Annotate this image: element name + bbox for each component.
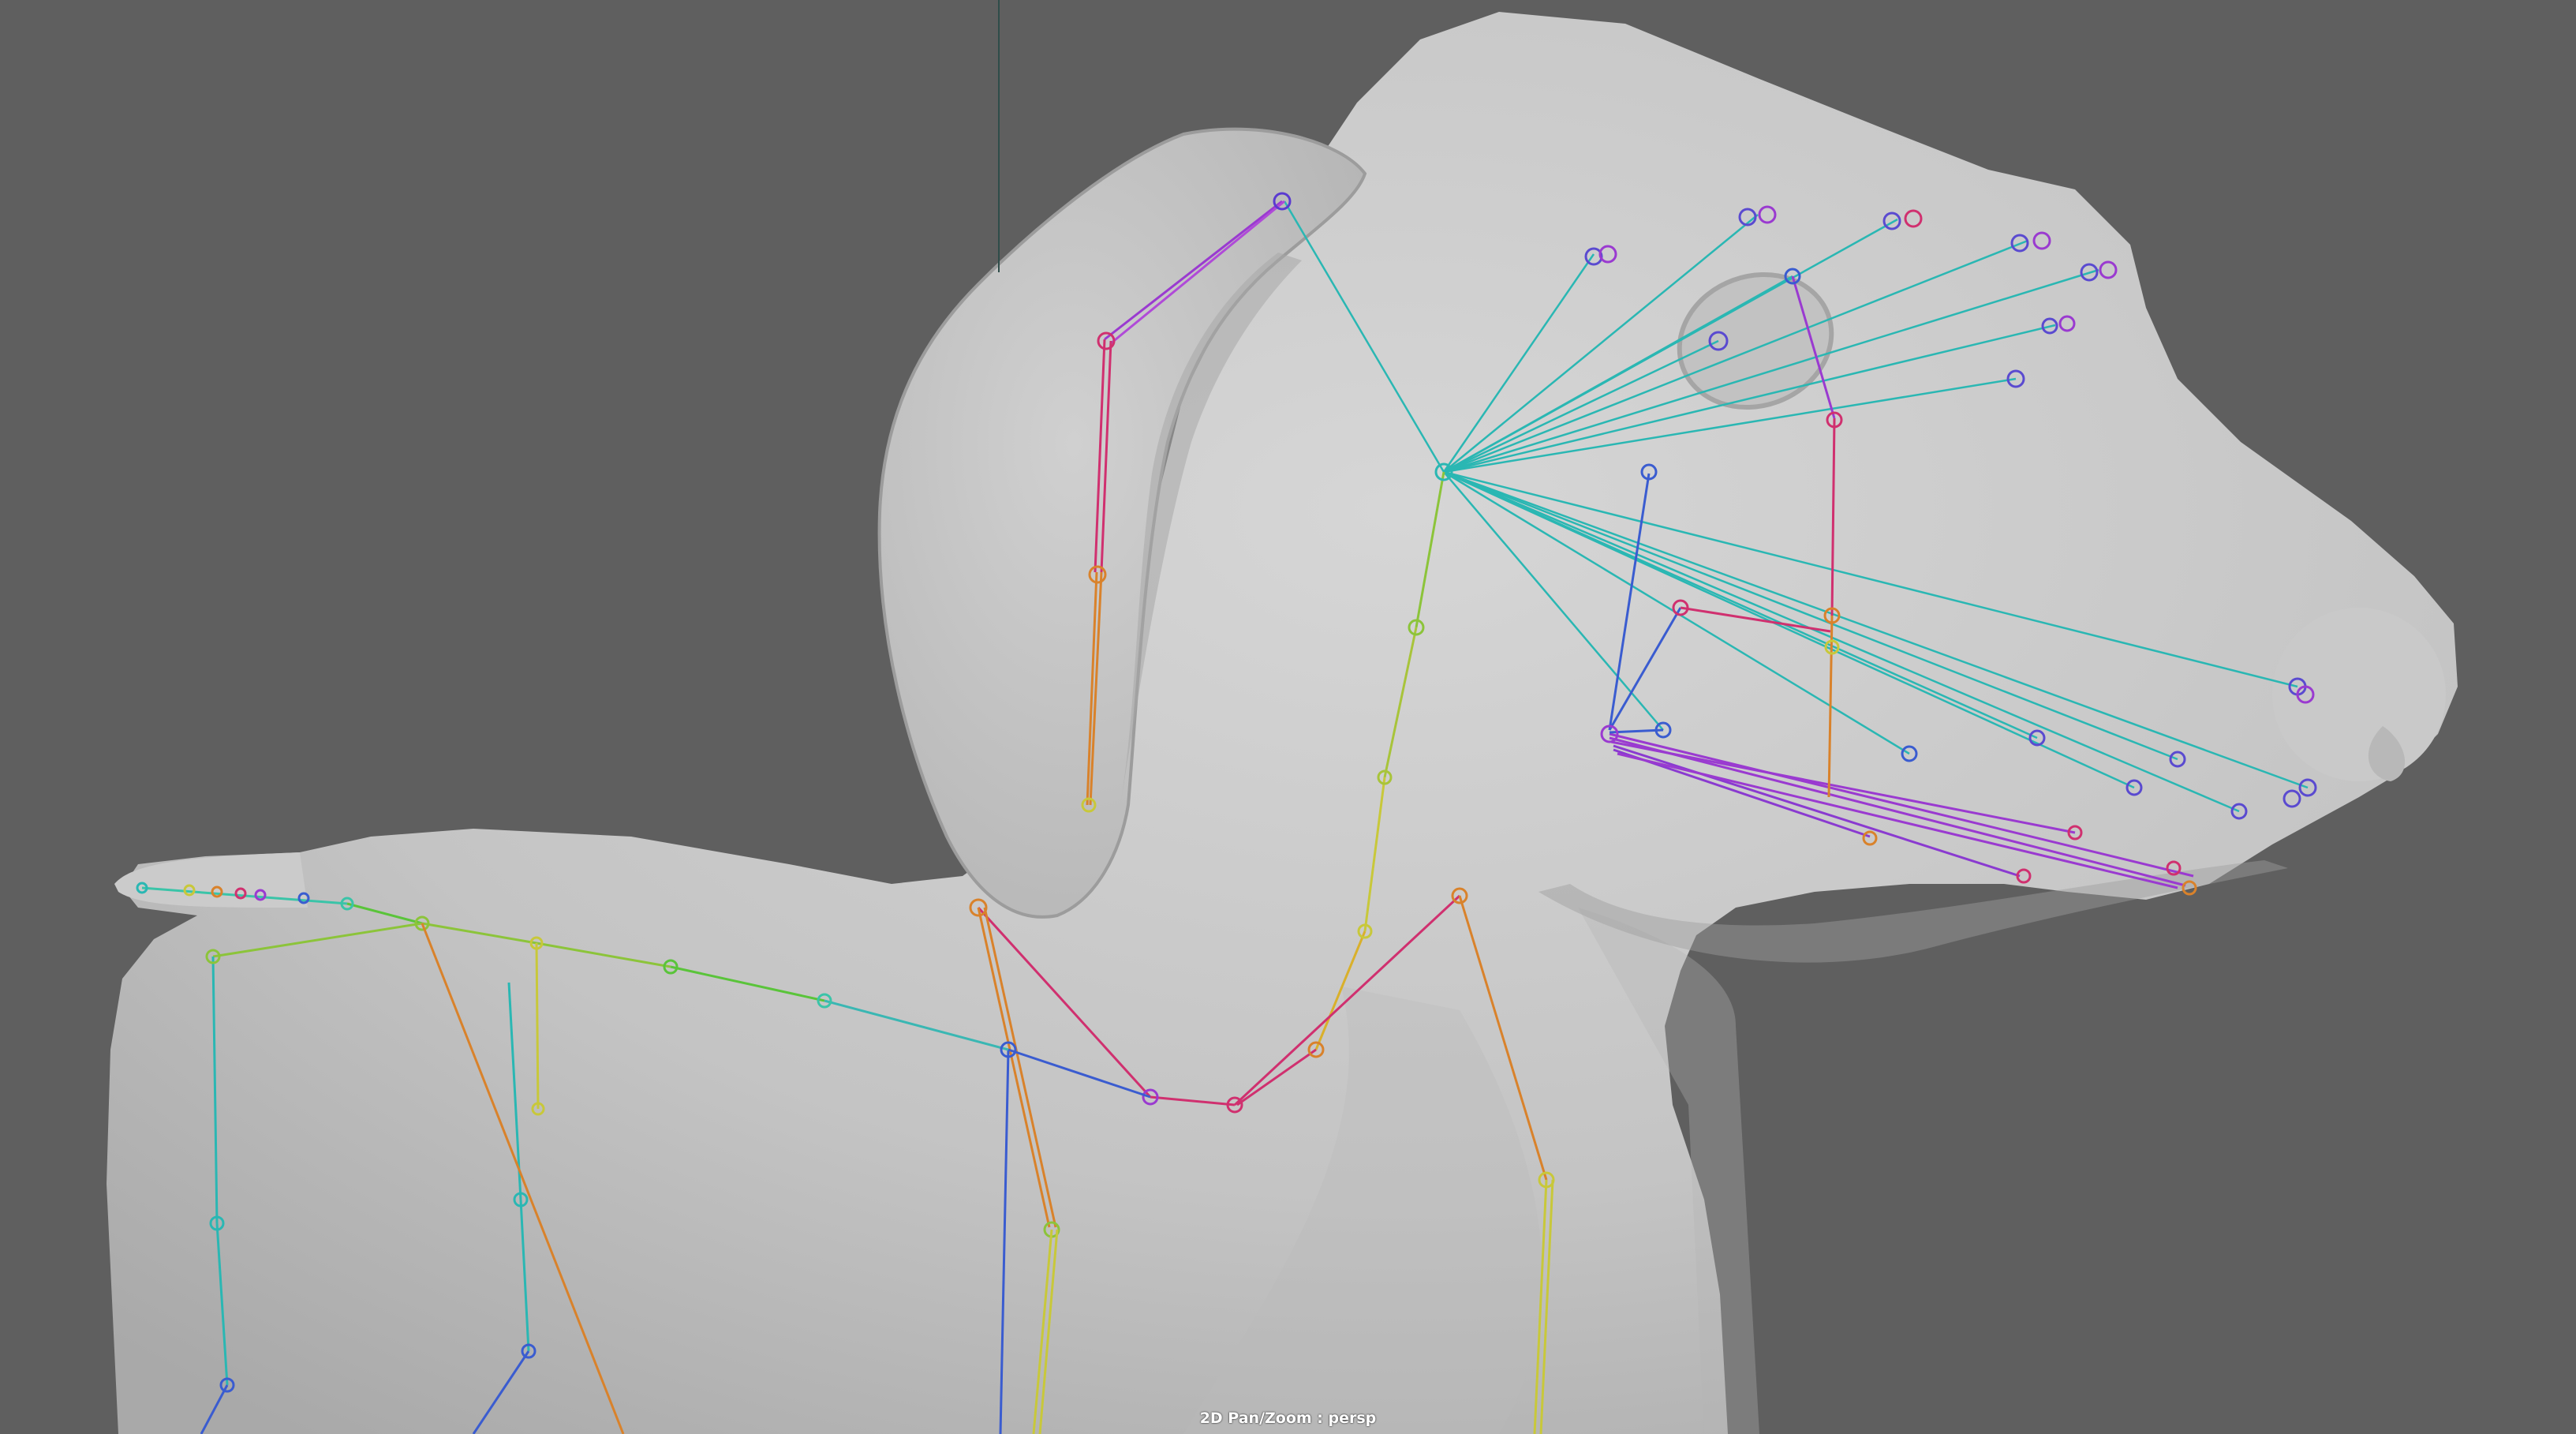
maya-viewport[interactable]: 2D Pan/Zoom : persp [0, 0, 2576, 1434]
scene-view[interactable] [0, 0, 2576, 1434]
